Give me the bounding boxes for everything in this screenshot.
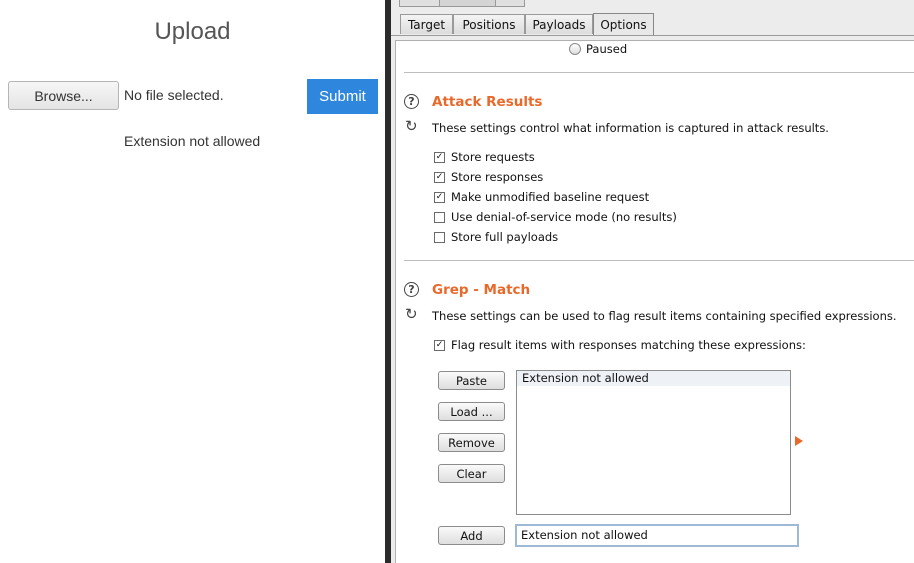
baseline-request-label: Make unmodified baseline request — [451, 190, 650, 204]
file-status-text: No file selected. — [124, 87, 224, 103]
grep-expression-input[interactable]: Extension not allowed — [515, 524, 799, 547]
tab-options[interactable]: Options — [593, 13, 654, 36]
intruder-tabbar: Target Positions Payloads Options — [391, 12, 914, 37]
grep-match-title: Grep - Match — [432, 282, 531, 298]
burp-intruder-window: Target Positions Payloads Options Paused… — [391, 0, 914, 563]
store-requests-checkbox[interactable]: ✓ — [434, 152, 445, 163]
grep-expression-list[interactable]: Extension not allowed — [516, 370, 791, 515]
submit-button[interactable]: Submit — [307, 79, 378, 114]
page-title: Upload — [154, 18, 231, 45]
grep-match-description: These settings can be used to flag resul… — [432, 309, 897, 323]
store-full-payloads-label: Store full payloads — [451, 230, 559, 244]
paste-button[interactable]: Paste — [438, 371, 505, 390]
expand-arrow-icon[interactable] — [795, 436, 803, 446]
paused-radio[interactable] — [569, 43, 581, 55]
top-tab-stub[interactable] — [439, 0, 497, 7]
store-responses-checkbox[interactable]: ✓ — [434, 172, 445, 183]
add-button[interactable]: Add — [438, 526, 505, 545]
baseline-request-checkbox[interactable]: ✓ — [434, 192, 445, 203]
upload-message: Extension not allowed — [124, 133, 261, 149]
dos-mode-checkbox[interactable] — [434, 212, 445, 223]
load-button[interactable]: Load ... — [438, 402, 505, 421]
flag-results-label: Flag result items with responses matchin… — [451, 338, 806, 352]
help-icon[interactable]: ? — [404, 282, 419, 297]
remove-button[interactable]: Remove — [438, 433, 505, 452]
store-requests-label: Store requests — [451, 150, 535, 164]
refresh-icon[interactable]: ↻ — [405, 307, 418, 322]
upload-page: Upload Browse... No file selected. Submi… — [0, 0, 385, 563]
dos-mode-label: Use denial-of-service mode (no results) — [451, 210, 677, 224]
attack-results-description: These settings control what information … — [432, 121, 829, 135]
tab-positions[interactable]: Positions — [453, 14, 525, 34]
flag-results-checkbox[interactable]: ✓ — [434, 340, 445, 351]
top-tab-stub[interactable] — [495, 0, 525, 7]
tab-payloads[interactable]: Payloads — [525, 14, 593, 34]
section-divider — [404, 260, 914, 261]
section-divider — [404, 72, 914, 73]
store-full-payloads-checkbox[interactable] — [434, 232, 445, 243]
top-tab-stub[interactable] — [399, 0, 441, 7]
browse-button[interactable]: Browse... — [8, 81, 119, 110]
clear-button[interactable]: Clear — [438, 464, 505, 483]
refresh-icon[interactable]: ↻ — [405, 119, 418, 134]
options-panel: Paused ? Attack Results ↻ These settings… — [395, 40, 914, 563]
list-item[interactable]: Extension not allowed — [517, 371, 790, 386]
attack-results-title: Attack Results — [432, 94, 543, 110]
tab-underline — [391, 35, 914, 36]
help-icon[interactable]: ? — [404, 94, 419, 109]
tab-target[interactable]: Target — [400, 14, 453, 34]
paused-label: Paused — [586, 42, 628, 56]
store-responses-label: Store responses — [451, 170, 544, 184]
